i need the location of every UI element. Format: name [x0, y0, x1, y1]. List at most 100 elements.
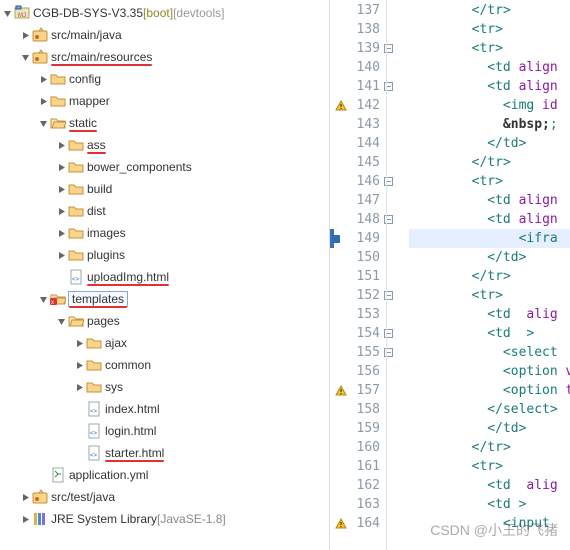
code-line[interactable]: <td align: [409, 210, 570, 229]
gutter-line[interactable]: 152: [330, 286, 384, 305]
code-line[interactable]: <td >: [409, 324, 570, 343]
gutter-line[interactable]: 158: [330, 400, 384, 419]
collapse-chevron-icon[interactable]: [54, 314, 68, 328]
line-number-gutter[interactable]: 1371381391401411421431441451461471481491…: [330, 0, 386, 550]
tree-node-config[interactable]: config: [0, 68, 329, 90]
expand-chevron-icon[interactable]: [54, 138, 68, 152]
tree-node-src-main-java[interactable]: src/main/java: [0, 24, 329, 46]
tree-node-static[interactable]: static: [0, 112, 329, 134]
expand-chevron-icon[interactable]: [72, 380, 86, 394]
code-line[interactable]: <td align: [409, 58, 570, 77]
tree-node-starter-html[interactable]: <>starter.html: [0, 442, 329, 464]
tree-node-pages[interactable]: pages: [0, 310, 329, 332]
code-line[interactable]: <select: [409, 343, 570, 362]
expand-chevron-icon[interactable]: [54, 204, 68, 218]
code-line[interactable]: <td >: [409, 495, 570, 514]
gutter-line[interactable]: 155: [330, 343, 384, 362]
gutter-line[interactable]: 137: [330, 1, 384, 20]
gutter-line[interactable]: 139: [330, 39, 384, 58]
tree-node-cgb-db-sys-v3-35[interactable]: MJCGB-DB-SYS-V3.35 [boot] [devtools]: [0, 2, 329, 24]
gutter-line[interactable]: 140: [330, 58, 384, 77]
code-line[interactable]: <tr>: [409, 286, 570, 305]
tree-node-sys[interactable]: sys: [0, 376, 329, 398]
tree-node-common[interactable]: common: [0, 354, 329, 376]
code-line[interactable]: </td>: [409, 134, 570, 153]
gutter-line[interactable]: 162: [330, 476, 384, 495]
gutter-line[interactable]: 159: [330, 419, 384, 438]
expand-chevron-icon[interactable]: [72, 336, 86, 350]
code-line[interactable]: <option t: [409, 381, 570, 400]
code-line[interactable]: </tr>: [409, 438, 570, 457]
tree-node-src-main-resources[interactable]: src/main/resources: [0, 46, 329, 68]
tree-node-plugins[interactable]: plugins: [0, 244, 329, 266]
gutter-line[interactable]: 163: [330, 495, 384, 514]
gutter-line[interactable]: 146: [330, 172, 384, 191]
tree-node-ass[interactable]: ass: [0, 134, 329, 156]
gutter-line[interactable]: 153: [330, 305, 384, 324]
gutter-line[interactable]: 147: [330, 191, 384, 210]
gutter-line[interactable]: 138: [330, 20, 384, 39]
expand-chevron-icon[interactable]: [36, 72, 50, 86]
tree-node-build[interactable]: build: [0, 178, 329, 200]
expand-chevron-icon[interactable]: [54, 248, 68, 262]
expand-chevron-icon[interactable]: [54, 160, 68, 174]
code-line[interactable]: </select>: [409, 400, 570, 419]
tree-node-images[interactable]: images: [0, 222, 329, 244]
package-explorer[interactable]: MJCGB-DB-SYS-V3.35 [boot] [devtools]src/…: [0, 0, 330, 550]
gutter-line[interactable]: 145: [330, 153, 384, 172]
expand-chevron-icon[interactable]: [36, 94, 50, 108]
code-line[interactable]: <input: [409, 514, 570, 533]
gutter-line[interactable]: 148: [330, 210, 384, 229]
expand-chevron-icon[interactable]: [18, 512, 32, 526]
code-editor[interactable]: 1371381391401411421431441451461471481491…: [330, 0, 570, 550]
code-line[interactable]: <tr>: [409, 20, 570, 39]
code-line[interactable]: <td align: [409, 77, 570, 96]
gutter-line[interactable]: 150: [330, 248, 384, 267]
tree-node-templates[interactable]: xtemplates: [0, 288, 329, 310]
tree-node-jre-system-library[interactable]: JRE System Library [JavaSE-1.8]: [0, 508, 329, 530]
gutter-line[interactable]: 161: [330, 457, 384, 476]
code-line[interactable]: </td>: [409, 248, 570, 267]
tree-node-application-yml[interactable]: application.yml: [0, 464, 329, 486]
code-line[interactable]: </tr>: [409, 153, 570, 172]
tree-node-mapper[interactable]: mapper: [0, 90, 329, 112]
gutter-line[interactable]: 157: [330, 381, 384, 400]
collapse-chevron-icon[interactable]: [0, 6, 14, 20]
code-line[interactable]: </tr>: [409, 1, 570, 20]
code-line[interactable]: <option v: [409, 362, 570, 381]
expand-chevron-icon[interactable]: [54, 226, 68, 240]
tree-node-ajax[interactable]: ajax: [0, 332, 329, 354]
gutter-line[interactable]: 160: [330, 438, 384, 457]
expand-chevron-icon[interactable]: [54, 182, 68, 196]
expand-chevron-icon[interactable]: [18, 490, 32, 504]
code-line[interactable]: <tr>: [409, 172, 570, 191]
code-line[interactable]: <tr>: [409, 39, 570, 58]
gutter-line[interactable]: 149: [330, 229, 384, 248]
breakpoint-icon[interactable]: [332, 235, 340, 243]
gutter-line[interactable]: 164: [330, 514, 384, 533]
gutter-line[interactable]: 141: [330, 77, 384, 96]
gutter-line[interactable]: 154: [330, 324, 384, 343]
expand-chevron-icon[interactable]: [18, 28, 32, 42]
code-line[interactable]: </td>: [409, 419, 570, 438]
tree-node-login-html[interactable]: <>login.html: [0, 420, 329, 442]
tree-node-bower-components[interactable]: bower_components: [0, 156, 329, 178]
tree-node-src-test-java[interactable]: src/test/java: [0, 486, 329, 508]
code-line[interactable]: <td alig: [409, 305, 570, 324]
code-line[interactable]: </tr>: [409, 267, 570, 286]
code-area[interactable]: </tr> <tr> <tr> <td align <td align <img…: [386, 0, 570, 550]
tree-node-dist[interactable]: dist: [0, 200, 329, 222]
collapse-chevron-icon[interactable]: [36, 116, 50, 130]
code-line[interactable]: &nbsp;;: [409, 115, 570, 134]
tree-node-index-html[interactable]: <>index.html: [0, 398, 329, 420]
gutter-line[interactable]: 143: [330, 115, 384, 134]
gutter-line[interactable]: 144: [330, 134, 384, 153]
tree-node-uploadimg-html[interactable]: <>uploadImg.html: [0, 266, 329, 288]
gutter-line[interactable]: 156: [330, 362, 384, 381]
collapse-chevron-icon[interactable]: [36, 292, 50, 306]
code-line[interactable]: <img id: [409, 96, 570, 115]
collapse-chevron-icon[interactable]: [18, 50, 32, 64]
code-line[interactable]: <tr>: [409, 457, 570, 476]
code-line[interactable]: <td alig: [409, 476, 570, 495]
code-line[interactable]: <ifra: [409, 229, 570, 248]
